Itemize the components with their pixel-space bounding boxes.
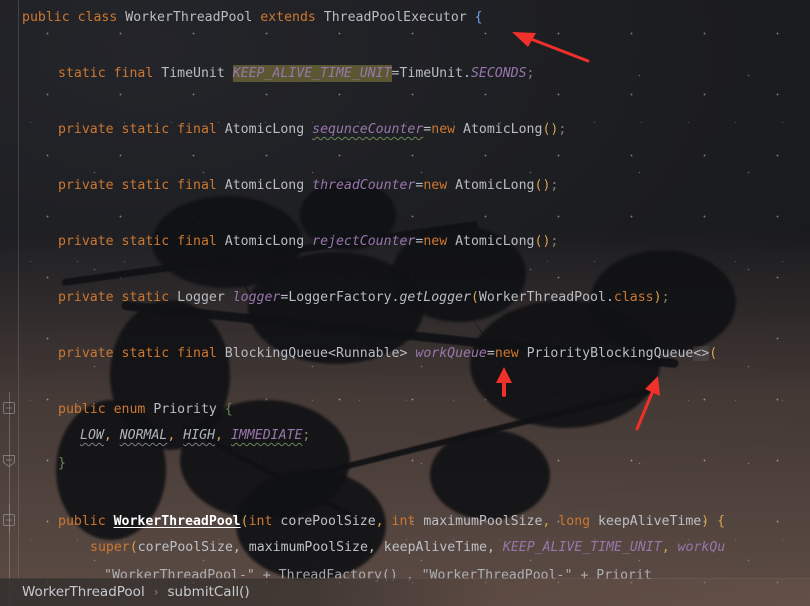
comma-12: , xyxy=(661,540,678,555)
type-loggerfactory: LoggerFactory xyxy=(288,290,392,305)
kw-final-5: final xyxy=(177,234,217,249)
generic-runnable: Runnable xyxy=(335,346,400,361)
kw-static-6: static xyxy=(121,290,170,305)
kw-private-4: private xyxy=(58,178,114,193)
diamond-operator: <> xyxy=(693,346,710,361)
semi-6: ; xyxy=(661,290,670,305)
enum-const-normal: NORMAL xyxy=(119,428,168,443)
kw-class-literal: class xyxy=(613,290,654,305)
paren-open-6: ( xyxy=(470,290,479,305)
semi-2: ; xyxy=(526,66,535,81)
generic-open-7: < xyxy=(328,346,336,361)
parens-4: () xyxy=(534,178,551,193)
type-blockingqueue: BlockingQueue xyxy=(224,346,328,361)
kw-static-4: static xyxy=(121,178,170,193)
ctor-atomiclong-5: AtomicLong xyxy=(455,234,535,249)
ctor-atomiclong-3: AtomicLong xyxy=(463,122,543,137)
super-arg-work-queue: workQu xyxy=(677,540,726,555)
comma-9a: , xyxy=(103,428,112,443)
kw-static-5: static xyxy=(121,234,170,249)
field-sequnce-counter: sequnceCounter xyxy=(312,122,424,137)
arg-class-workerthreadpool: WorkerThreadPool xyxy=(478,290,606,305)
kw-static: static xyxy=(58,66,106,81)
editor-window: public class WorkerThreadPool extends Th… xyxy=(0,0,810,606)
ctor-priorityblockingqueue: PriorityBlockingQueue xyxy=(526,346,694,361)
kw-extends: extends xyxy=(260,10,316,25)
semi-4: ; xyxy=(550,178,559,193)
field-work-queue: workQueue xyxy=(415,346,487,361)
class-name: WorkerThreadPool xyxy=(125,10,253,25)
paren-open-7: ( xyxy=(709,346,718,361)
kw-new-7: new xyxy=(494,346,519,361)
semi-5: ; xyxy=(550,234,559,249)
member-seconds: SECONDS xyxy=(470,66,527,81)
kw-private-7: private xyxy=(58,346,114,361)
kw-private-5: private xyxy=(58,234,114,249)
kw-static-7: static xyxy=(121,346,170,361)
enum-const-high: HIGH xyxy=(183,428,216,443)
semi-9: ; xyxy=(302,428,311,443)
kw-new-4: new xyxy=(423,178,448,193)
semi-3: ; xyxy=(558,122,567,137)
type-atomiclong-5: AtomicLong xyxy=(224,234,305,249)
kw-final-4: final xyxy=(177,178,217,193)
type-timeunit: TimeUnit xyxy=(161,66,225,81)
code-line-9[interactable]: LOW, NORMAL, HIGH, IMMEDIATE; xyxy=(80,410,310,466)
code-text-area[interactable]: public class WorkerThreadPool extends Th… xyxy=(0,0,810,583)
kw-private-3: private xyxy=(58,122,114,137)
breadcrumb-separator-icon: › xyxy=(153,585,159,599)
kw-new-3: new xyxy=(431,122,456,137)
parens-3: () xyxy=(542,122,559,137)
breadcrumb-item-class[interactable]: WorkerThreadPool xyxy=(22,584,145,600)
code-editor[interactable]: public class WorkerThreadPool extends Th… xyxy=(0,0,810,606)
kw-final: final xyxy=(113,66,154,81)
paren-close-6: ) xyxy=(653,290,662,305)
enum-close-brace: } xyxy=(58,456,66,471)
type-atomiclong-3: AtomicLong xyxy=(224,122,305,137)
ctor-atomiclong-4: AtomicLong xyxy=(455,178,535,193)
kw-final-3: final xyxy=(177,122,217,137)
type-logger: Logger xyxy=(177,290,225,305)
code-line-3[interactable]: private static final AtomicLong sequnceC… xyxy=(58,102,566,158)
type-atomiclong-4: AtomicLong xyxy=(224,178,305,193)
method-getlogger: getLogger xyxy=(399,290,471,305)
code-line-10[interactable]: } xyxy=(58,438,66,494)
arg-dot-6: . xyxy=(605,290,614,305)
owner-timeunit: TimeUnit xyxy=(399,66,464,81)
kw-class: class xyxy=(77,10,118,25)
class-open-brace: { xyxy=(474,10,483,25)
parens-5: () xyxy=(534,234,551,249)
superclass-name: ThreadPoolExecutor xyxy=(323,10,467,25)
comma-9c: , xyxy=(215,428,223,443)
const-keep-alive-time-unit: KEEP_ALIVE_TIME_UNIT xyxy=(232,65,392,82)
code-line-6[interactable]: private static Logger logger=LoggerFacto… xyxy=(58,270,670,326)
comma-9b: , xyxy=(167,428,176,443)
dot-2: . xyxy=(463,66,471,81)
kw-final-7: final xyxy=(177,346,217,361)
kw-public: public xyxy=(22,10,70,25)
kw-static-3: static xyxy=(121,122,170,137)
field-logger: logger xyxy=(232,290,281,305)
kw-private-6: private xyxy=(58,290,114,305)
breadcrumb-item-method[interactable]: submitCall() xyxy=(168,584,250,600)
breadcrumb[interactable]: WorkerThreadPool › submitCall() xyxy=(0,578,810,606)
kw-new-5: new xyxy=(423,234,448,249)
enum-const-low: LOW xyxy=(80,428,104,443)
code-line-4[interactable]: private static final AtomicLong threadCo… xyxy=(58,158,558,214)
code-line-1[interactable]: public class WorkerThreadPool extends Th… xyxy=(22,0,483,46)
enum-const-immediate: IMMEDIATE xyxy=(230,428,303,443)
code-line-7[interactable]: private static final BlockingQueue<Runna… xyxy=(58,326,717,382)
generic-close-7: > xyxy=(399,346,408,361)
code-line-5[interactable]: private static final AtomicLong rejectCo… xyxy=(58,214,558,270)
assign-op-7: = xyxy=(486,346,495,361)
field-thread-counter: threadCounter xyxy=(312,178,416,193)
field-reject-counter: rejectCounter xyxy=(312,234,416,249)
code-line-2[interactable]: static final TimeUnit KEEP_ALIVE_TIME_UN… xyxy=(58,46,535,102)
